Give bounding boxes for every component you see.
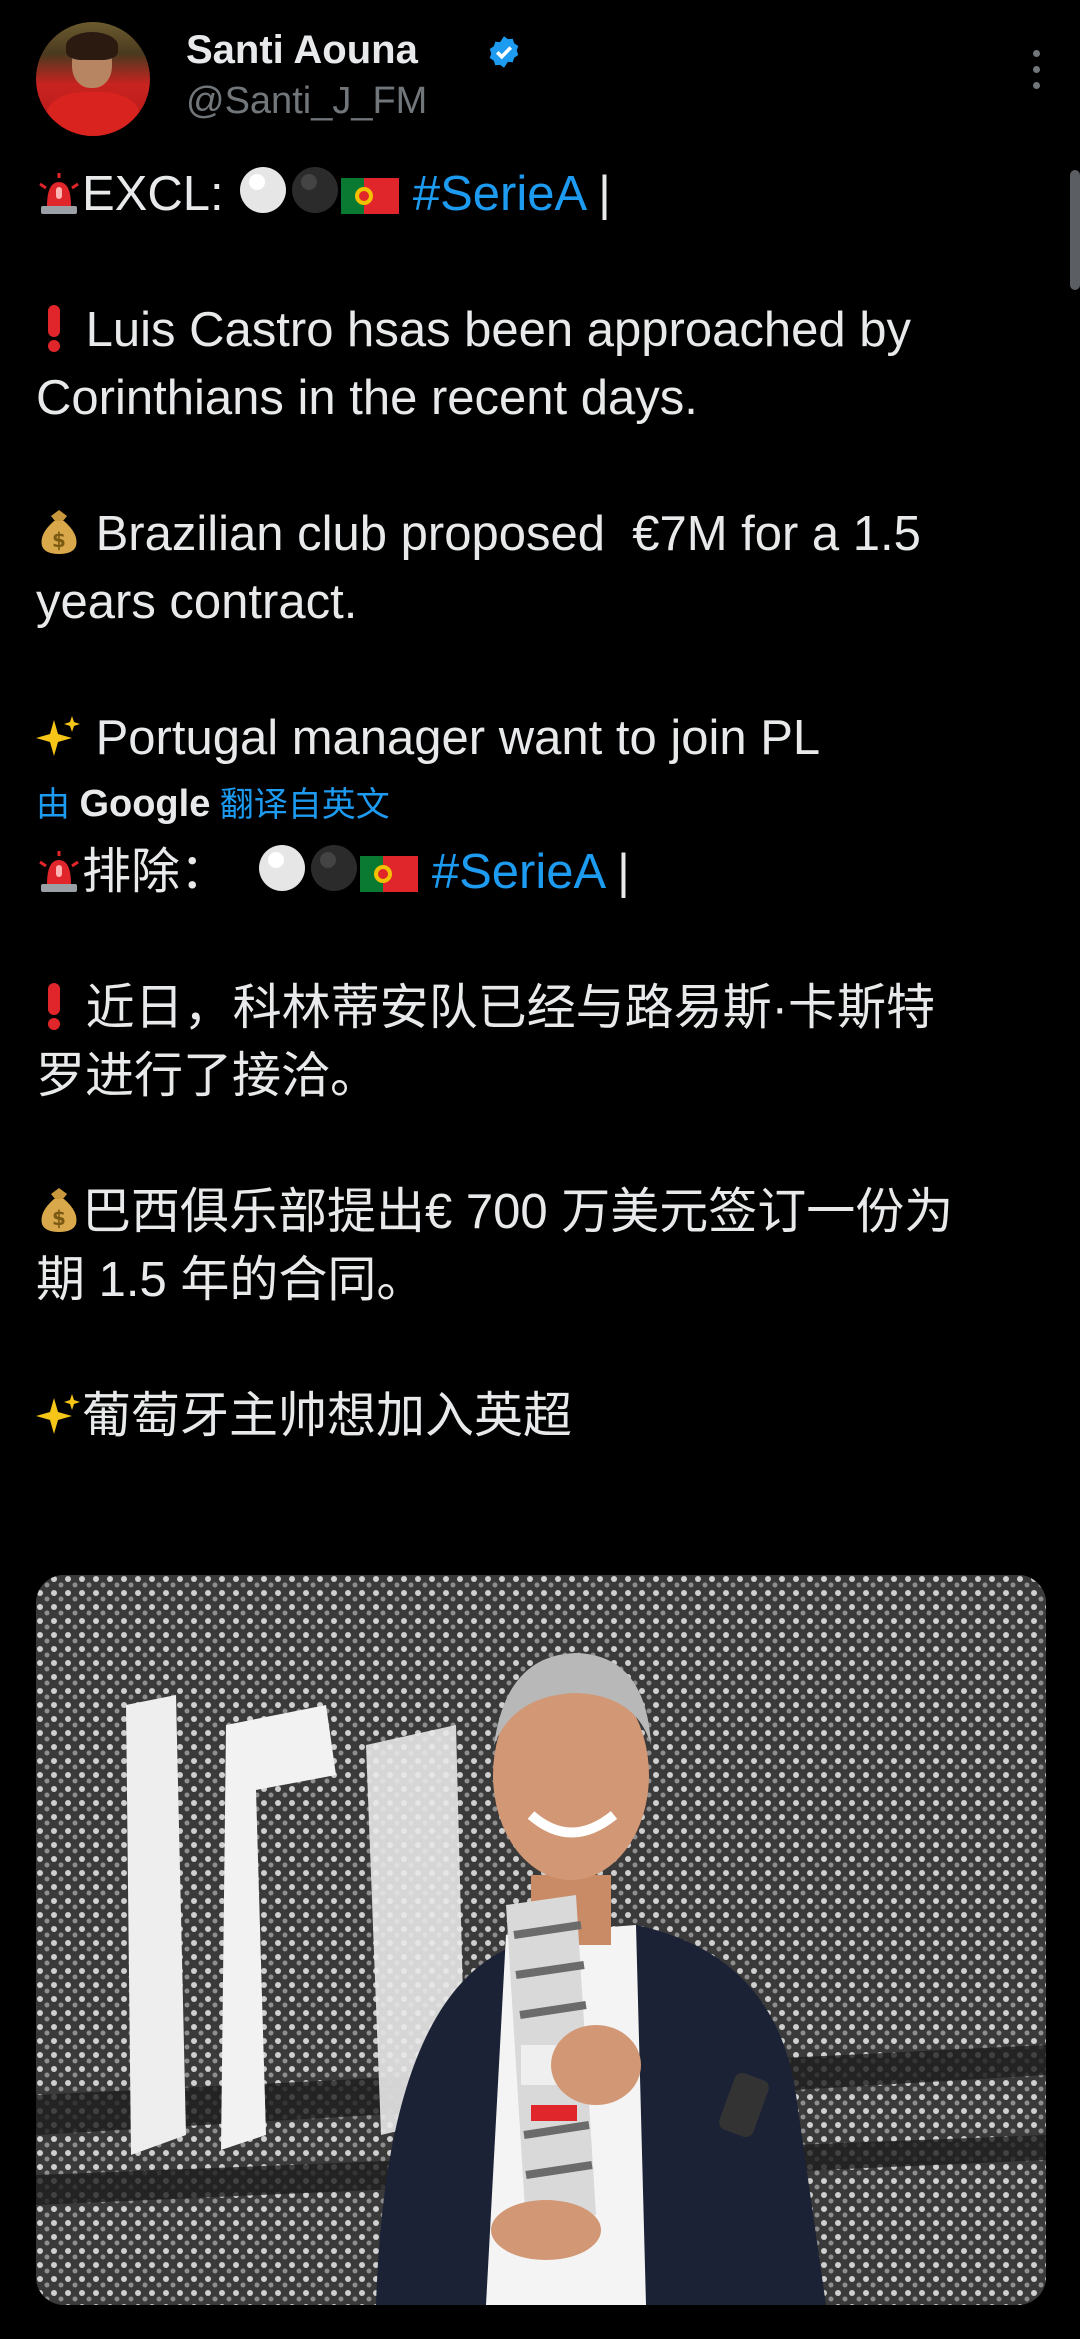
translation-label[interactable]: 由 Google 翻译自英文 bbox=[36, 776, 1046, 832]
hashtag-seriea[interactable]: #SerieA bbox=[432, 845, 604, 899]
white-circle-icon bbox=[237, 164, 289, 234]
translated-line-3a: $ 巴西俱乐部提出€ 700 万美元签订一份为 bbox=[36, 1178, 1046, 1246]
author-handle[interactable]: @Santi_J_FM bbox=[186, 80, 427, 123]
tweet-line-3a: $ Brazilian club proposed €7M for a 1.5 bbox=[36, 500, 1046, 568]
police-light-icon bbox=[36, 844, 82, 912]
photo-illustration bbox=[36, 1575, 1046, 2305]
translated-line-3b: 期 1.5 年的合同。 bbox=[36, 1253, 426, 1307]
tweet-body: EXCL: #SerieA | Luis Castro hsas been ap… bbox=[36, 160, 1046, 1450]
translated-line-4: 葡萄牙主帅想加入英超 bbox=[36, 1382, 1046, 1450]
tweet-photo[interactable] bbox=[36, 1575, 1046, 2305]
money-bag-icon: $ bbox=[36, 506, 82, 574]
tweet-line-2b: Corinthians in the recent days. bbox=[36, 371, 698, 425]
svg-text:$: $ bbox=[52, 528, 66, 552]
white-circle-icon bbox=[256, 842, 308, 912]
tweet-line-3b: years contract. bbox=[36, 575, 358, 629]
portugal-flag-icon bbox=[341, 166, 400, 234]
sparkles-icon bbox=[36, 1388, 82, 1456]
hashtag-seriea[interactable]: #SerieA bbox=[413, 167, 585, 221]
sparkles-icon bbox=[36, 710, 82, 778]
tweet-header: Santi Aouna @Santi_J_FM bbox=[36, 22, 1046, 142]
tweet-line-2a: Luis Castro hsas been approached by bbox=[36, 296, 1046, 364]
money-bag-icon: $ bbox=[36, 1184, 82, 1252]
scrollbar[interactable] bbox=[1070, 170, 1080, 290]
author-name[interactable]: Santi Aouna bbox=[186, 28, 418, 73]
translated-line-2a: 近日，科林蒂安队已经与路易斯·卡斯特 bbox=[36, 974, 1046, 1042]
translated-line-1: 排除： #SerieA | bbox=[36, 838, 1046, 906]
tweet-line-1: EXCL: #SerieA | bbox=[36, 160, 1046, 228]
black-circle-icon bbox=[308, 842, 360, 912]
verified-badge-icon bbox=[489, 36, 519, 68]
tweet-line-4: Portugal manager want to join PL bbox=[36, 704, 1046, 772]
svg-text:$: $ bbox=[52, 1206, 66, 1230]
police-light-icon bbox=[36, 166, 82, 234]
red-exclamation-icon bbox=[36, 980, 72, 1048]
black-circle-icon bbox=[289, 164, 341, 234]
red-exclamation-icon bbox=[36, 302, 72, 370]
translated-line-2b: 罗进行了接洽。 bbox=[36, 1049, 380, 1103]
avatar[interactable] bbox=[36, 22, 150, 136]
more-options-icon[interactable] bbox=[1026, 50, 1046, 106]
portugal-flag-icon bbox=[360, 844, 419, 912]
